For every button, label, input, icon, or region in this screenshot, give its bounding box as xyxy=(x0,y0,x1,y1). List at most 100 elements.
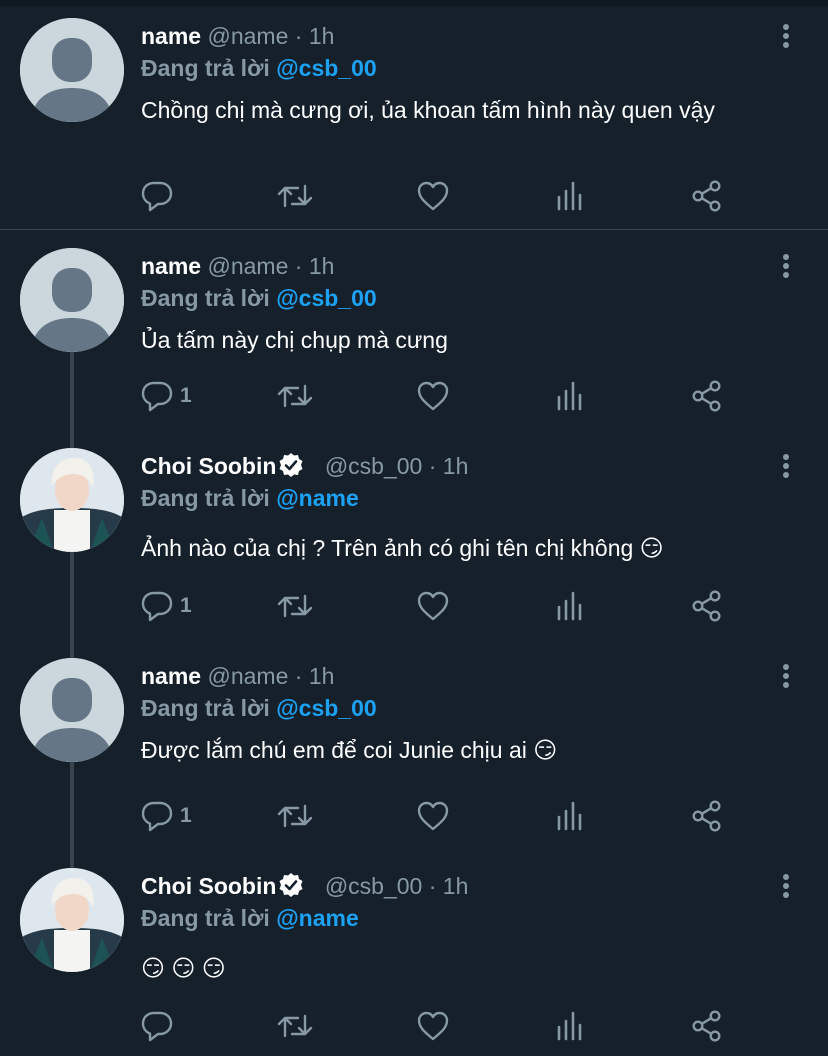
display-name[interactable]: Choi Soobin xyxy=(141,873,276,899)
replying-to-label: Đang trả lời xyxy=(141,905,270,931)
tweet-divider xyxy=(0,229,828,230)
separator-dot: · xyxy=(428,453,437,479)
more-icon[interactable] xyxy=(772,22,800,50)
share-button[interactable] xyxy=(690,796,724,836)
more-icon[interactable] xyxy=(772,662,800,690)
default-avatar-icon xyxy=(20,18,124,122)
like-button[interactable] xyxy=(416,1006,450,1046)
like-icon xyxy=(417,381,449,411)
tweet-time[interactable]: 1h xyxy=(443,453,469,479)
tweet-text: 😏 😏 😏 xyxy=(141,955,226,981)
share-button[interactable] xyxy=(690,176,724,216)
avatar[interactable] xyxy=(20,248,124,352)
avatar[interactable] xyxy=(20,658,124,762)
like-icon xyxy=(417,1011,449,1041)
analytics-button[interactable] xyxy=(556,796,586,836)
reply-button[interactable]: 1 xyxy=(140,586,192,626)
tweet-time[interactable]: 1h xyxy=(309,663,335,689)
reply-icon xyxy=(141,381,173,412)
user-handle[interactable]: @name xyxy=(207,663,288,689)
top-edge xyxy=(0,0,828,6)
mention-link[interactable]: @csb_00 xyxy=(276,285,376,311)
replying-to: Đang trả lời @csb_00 xyxy=(141,282,377,314)
display-name[interactable]: name xyxy=(141,253,201,279)
reply-icon xyxy=(141,801,173,832)
share-button[interactable] xyxy=(690,376,724,416)
separator-dot: · xyxy=(428,873,437,899)
tweet-actions xyxy=(0,176,828,216)
share-icon xyxy=(692,800,721,832)
default-avatar-icon xyxy=(20,248,124,352)
reply-button[interactable] xyxy=(140,176,180,216)
tweet-actions: 1 xyxy=(0,586,828,626)
retweet-icon xyxy=(277,804,313,828)
tweet-time[interactable]: 1h xyxy=(309,253,335,279)
tweet-time[interactable]: 1h xyxy=(309,23,335,49)
user-handle[interactable]: @name xyxy=(207,23,288,49)
user-handle[interactable]: @csb_00 xyxy=(325,453,423,479)
tweet-text: Chồng chị mà cưng ơi, ủa khoan tấm hình … xyxy=(141,97,715,123)
analytics-button[interactable] xyxy=(556,1006,586,1046)
like-button[interactable] xyxy=(416,176,450,216)
retweet-icon xyxy=(277,594,313,618)
replying-to: Đang trả lời @csb_00 xyxy=(141,52,377,84)
retweet-button[interactable] xyxy=(276,176,314,216)
share-icon xyxy=(692,590,721,622)
more-icon[interactable] xyxy=(772,452,800,480)
tweet-time[interactable]: 1h xyxy=(443,873,469,899)
retweet-icon xyxy=(277,1014,313,1038)
analytics-icon xyxy=(557,1011,582,1041)
display-name[interactable]: name xyxy=(141,23,201,49)
analytics-button[interactable] xyxy=(556,376,586,416)
mention-link[interactable]: @name xyxy=(276,905,359,931)
replying-to: Đang trả lời @name xyxy=(141,902,359,934)
mention-link[interactable]: @name xyxy=(276,485,359,511)
tweet-actions xyxy=(0,1006,828,1046)
tweet-header: name @name · 1h xyxy=(141,20,334,52)
replying-to: Đang trả lời @csb_00 xyxy=(141,692,377,724)
tweet-header: Choi Soobin @csb_00 · 1h xyxy=(141,870,468,902)
more-icon[interactable] xyxy=(772,872,800,900)
reply-count: 1 xyxy=(180,384,192,407)
tweet-actions: 1 xyxy=(0,376,828,416)
analytics-button[interactable] xyxy=(556,586,586,626)
like-button[interactable] xyxy=(416,586,450,626)
analytics-icon xyxy=(557,181,582,211)
retweet-button[interactable] xyxy=(276,796,314,836)
retweet-button[interactable] xyxy=(276,1006,314,1046)
like-button[interactable] xyxy=(416,796,450,836)
replying-to-label: Đang trả lời xyxy=(141,485,270,511)
analytics-icon xyxy=(557,801,582,831)
reply-button[interactable]: 1 xyxy=(140,376,192,416)
avatar[interactable] xyxy=(20,868,124,972)
avatar[interactable] xyxy=(20,18,124,122)
mention-link[interactable]: @csb_00 xyxy=(276,695,376,721)
verified-badge-icon xyxy=(279,453,303,477)
retweet-icon xyxy=(277,184,313,208)
reply-button[interactable] xyxy=(140,1006,180,1046)
retweet-button[interactable] xyxy=(276,376,314,416)
share-button[interactable] xyxy=(690,586,724,626)
reply-button[interactable]: 1 xyxy=(140,796,192,836)
mention-link[interactable]: @csb_00 xyxy=(276,55,376,81)
user-handle[interactable]: @csb_00 xyxy=(325,873,423,899)
avatar[interactable] xyxy=(20,448,124,552)
separator-dot: · xyxy=(294,23,303,49)
share-button[interactable] xyxy=(690,1006,724,1046)
display-name[interactable]: name xyxy=(141,663,201,689)
analytics-button[interactable] xyxy=(556,176,586,216)
reply-icon xyxy=(141,591,173,622)
like-button[interactable] xyxy=(416,376,450,416)
retweet-button[interactable] xyxy=(276,586,314,626)
more-icon[interactable] xyxy=(772,252,800,280)
like-icon xyxy=(417,591,449,621)
user-handle[interactable]: @name xyxy=(207,253,288,279)
tweet-header: name @name · 1h xyxy=(141,660,334,692)
default-avatar-icon xyxy=(20,658,124,762)
tweet-header: Choi Soobin @csb_00 · 1h xyxy=(141,450,468,482)
profile-photo-icon xyxy=(20,448,124,552)
reply-count: 1 xyxy=(180,594,192,617)
like-icon xyxy=(417,181,449,211)
display-name[interactable]: Choi Soobin xyxy=(141,453,276,479)
tweet-text: Ảnh nào của chị ? Trên ảnh có ghi tên ch… xyxy=(141,535,664,561)
